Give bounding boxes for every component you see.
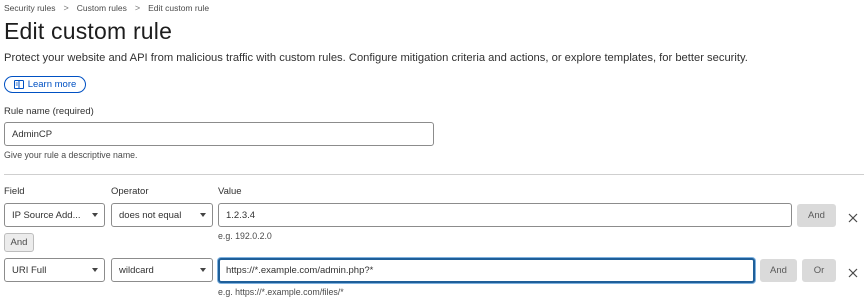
- and-button[interactable]: And: [797, 204, 836, 227]
- operator-select[interactable]: wildcard: [111, 258, 213, 282]
- field-column-header: Field: [4, 186, 25, 197]
- value-input[interactable]: https://*.example.com/admin.php?*: [218, 258, 755, 283]
- value-hint: e.g. https://*.example.com/files/*: [218, 287, 344, 297]
- chevron-down-icon: [200, 213, 206, 217]
- page-title: Edit custom rule: [4, 18, 173, 44]
- breadcrumb-separator: >: [63, 3, 69, 13]
- rule-name-help: Give your rule a descriptive name.: [4, 150, 138, 160]
- value-input-text: https://*.example.com/admin.php?*: [226, 265, 374, 276]
- operator-select[interactable]: does not equal: [111, 203, 213, 227]
- page-description: Protect your website and API from malici…: [4, 52, 748, 64]
- and-button[interactable]: And: [760, 259, 797, 282]
- logical-connector-and[interactable]: And: [4, 233, 34, 252]
- field-select[interactable]: URI Full: [4, 258, 105, 282]
- divider: [4, 174, 864, 175]
- breadcrumb-item-current: Edit custom rule: [148, 3, 210, 13]
- rule-name-label: Rule name (required): [4, 106, 94, 117]
- learn-more-label: Learn more: [27, 79, 77, 90]
- breadcrumb-item-security-rules[interactable]: Security rules: [4, 3, 56, 13]
- value-column-header: Value: [218, 186, 242, 197]
- breadcrumb: Security rules > Custom rules > Edit cus…: [4, 3, 209, 13]
- chevron-down-icon: [92, 213, 98, 217]
- operator-select-value: does not equal: [119, 209, 182, 221]
- operator-column-header: Operator: [111, 186, 149, 197]
- value-hint: e.g. 192.0.2.0: [218, 231, 272, 241]
- close-icon[interactable]: [848, 265, 858, 278]
- chevron-down-icon: [200, 268, 206, 272]
- breadcrumb-item-custom-rules[interactable]: Custom rules: [77, 3, 127, 13]
- field-select-value: URI Full: [12, 264, 47, 276]
- operator-select-value: wildcard: [119, 264, 154, 276]
- or-button[interactable]: Or: [802, 259, 836, 282]
- value-input[interactable]: 1.2.3.4: [218, 203, 792, 227]
- rule-name-input[interactable]: AdminCP: [4, 122, 434, 146]
- field-select-value: IP Source Add...: [12, 209, 81, 221]
- field-select[interactable]: IP Source Add...: [4, 203, 105, 227]
- close-icon[interactable]: [848, 210, 858, 223]
- value-input-text: 1.2.3.4: [226, 209, 256, 221]
- learn-more-button[interactable]: Learn more: [4, 76, 86, 93]
- breadcrumb-separator: >: [134, 3, 141, 13]
- chevron-down-icon: [92, 268, 98, 272]
- book-icon: [13, 80, 24, 89]
- rule-name-value: AdminCP: [12, 128, 53, 140]
